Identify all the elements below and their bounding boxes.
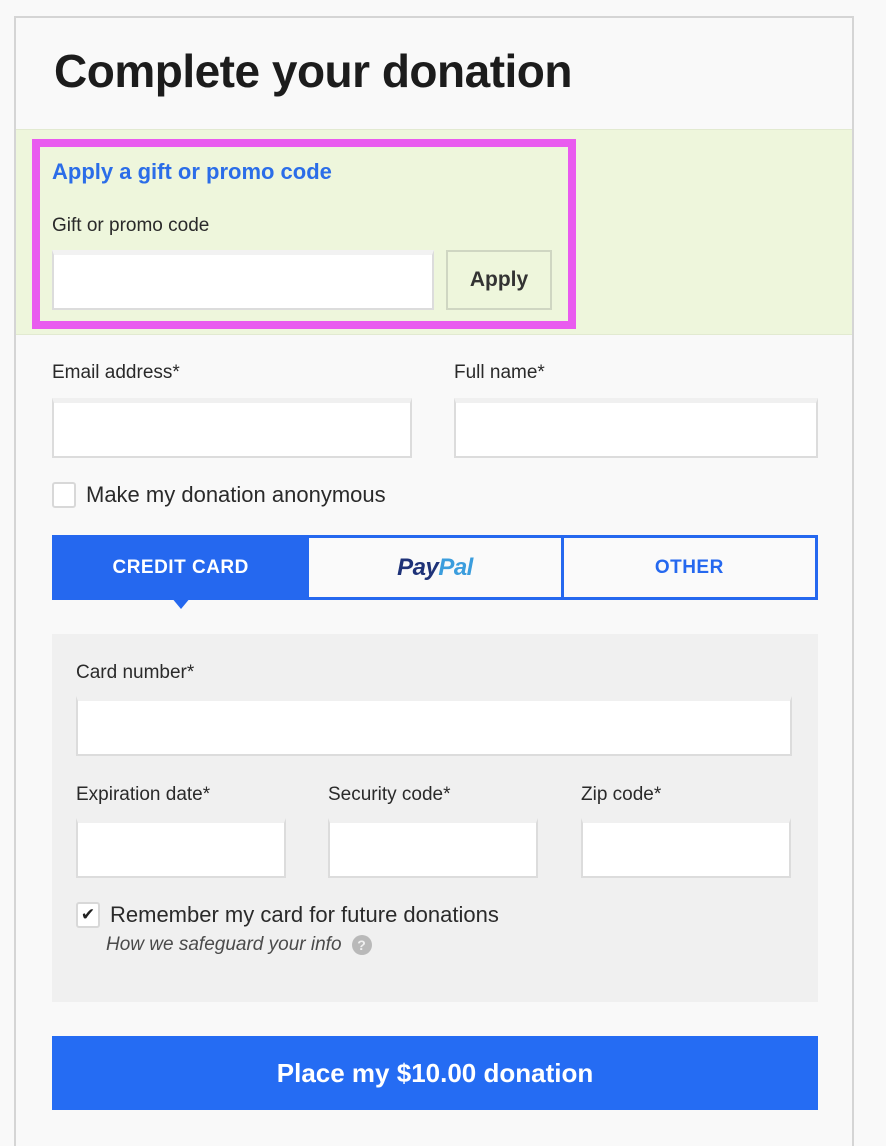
promo-heading-link[interactable]: Apply a gift or promo code	[52, 159, 332, 185]
credit-card-panel: Card number* Expiration date* Security c…	[52, 634, 818, 1002]
card-number-label: Card number*	[76, 662, 195, 683]
promo-section: Apply a gift or promo code Gift or promo…	[16, 129, 852, 335]
security-code-label: Security code*	[328, 784, 451, 805]
tab-credit-card[interactable]: CREDIT CARD	[55, 538, 307, 609]
zip-code-field[interactable]	[581, 818, 791, 878]
apply-promo-button[interactable]: Apply	[446, 250, 552, 310]
tab-paypal[interactable]: PayPal	[306, 538, 561, 597]
help-question-icon[interactable]: ?	[351, 935, 372, 955]
promo-code-label: Gift or promo code	[52, 215, 210, 236]
card-number-field[interactable]	[76, 696, 792, 756]
zip-code-label: Zip code*	[581, 784, 662, 805]
full-name-label: Full name*	[454, 362, 545, 383]
promo-highlight-box: Apply a gift or promo code Gift or promo…	[32, 139, 576, 329]
safeguard-info: How we safeguard your info ?	[106, 934, 372, 956]
anonymous-checkbox[interactable]	[52, 482, 76, 508]
payment-method-tabs: CREDIT CARD PayPal OTHER	[52, 535, 818, 609]
security-code-field[interactable]	[328, 818, 538, 878]
promo-code-input[interactable]	[52, 250, 434, 310]
safeguard-text: How we safeguard your info	[106, 934, 342, 955]
anonymous-label[interactable]: Make my donation anonymous	[86, 482, 386, 508]
checkmark-icon: ✔	[80, 905, 96, 924]
tab-credit-card-label: CREDIT CARD	[112, 556, 249, 578]
email-field[interactable]	[52, 398, 412, 458]
remember-card-label[interactable]: Remember my card for future donations	[110, 902, 499, 928]
donation-form-card: Complete your donation Apply a gift or p…	[14, 16, 854, 1146]
tab-other-label: OTHER	[654, 556, 724, 578]
place-donation-button[interactable]: Place my $10.00 donation	[52, 1036, 818, 1110]
expiration-date-label: Expiration date*	[76, 784, 211, 805]
page-title: Complete your donation	[54, 45, 573, 97]
paypal-logo: PayPal	[397, 553, 473, 581]
remember-card-checkbox[interactable]: ✔	[76, 902, 100, 928]
tab-other[interactable]: OTHER	[560, 538, 815, 597]
email-label: Email address*	[52, 362, 180, 383]
full-name-field[interactable]	[454, 398, 818, 458]
expiration-date-field[interactable]	[76, 818, 286, 878]
